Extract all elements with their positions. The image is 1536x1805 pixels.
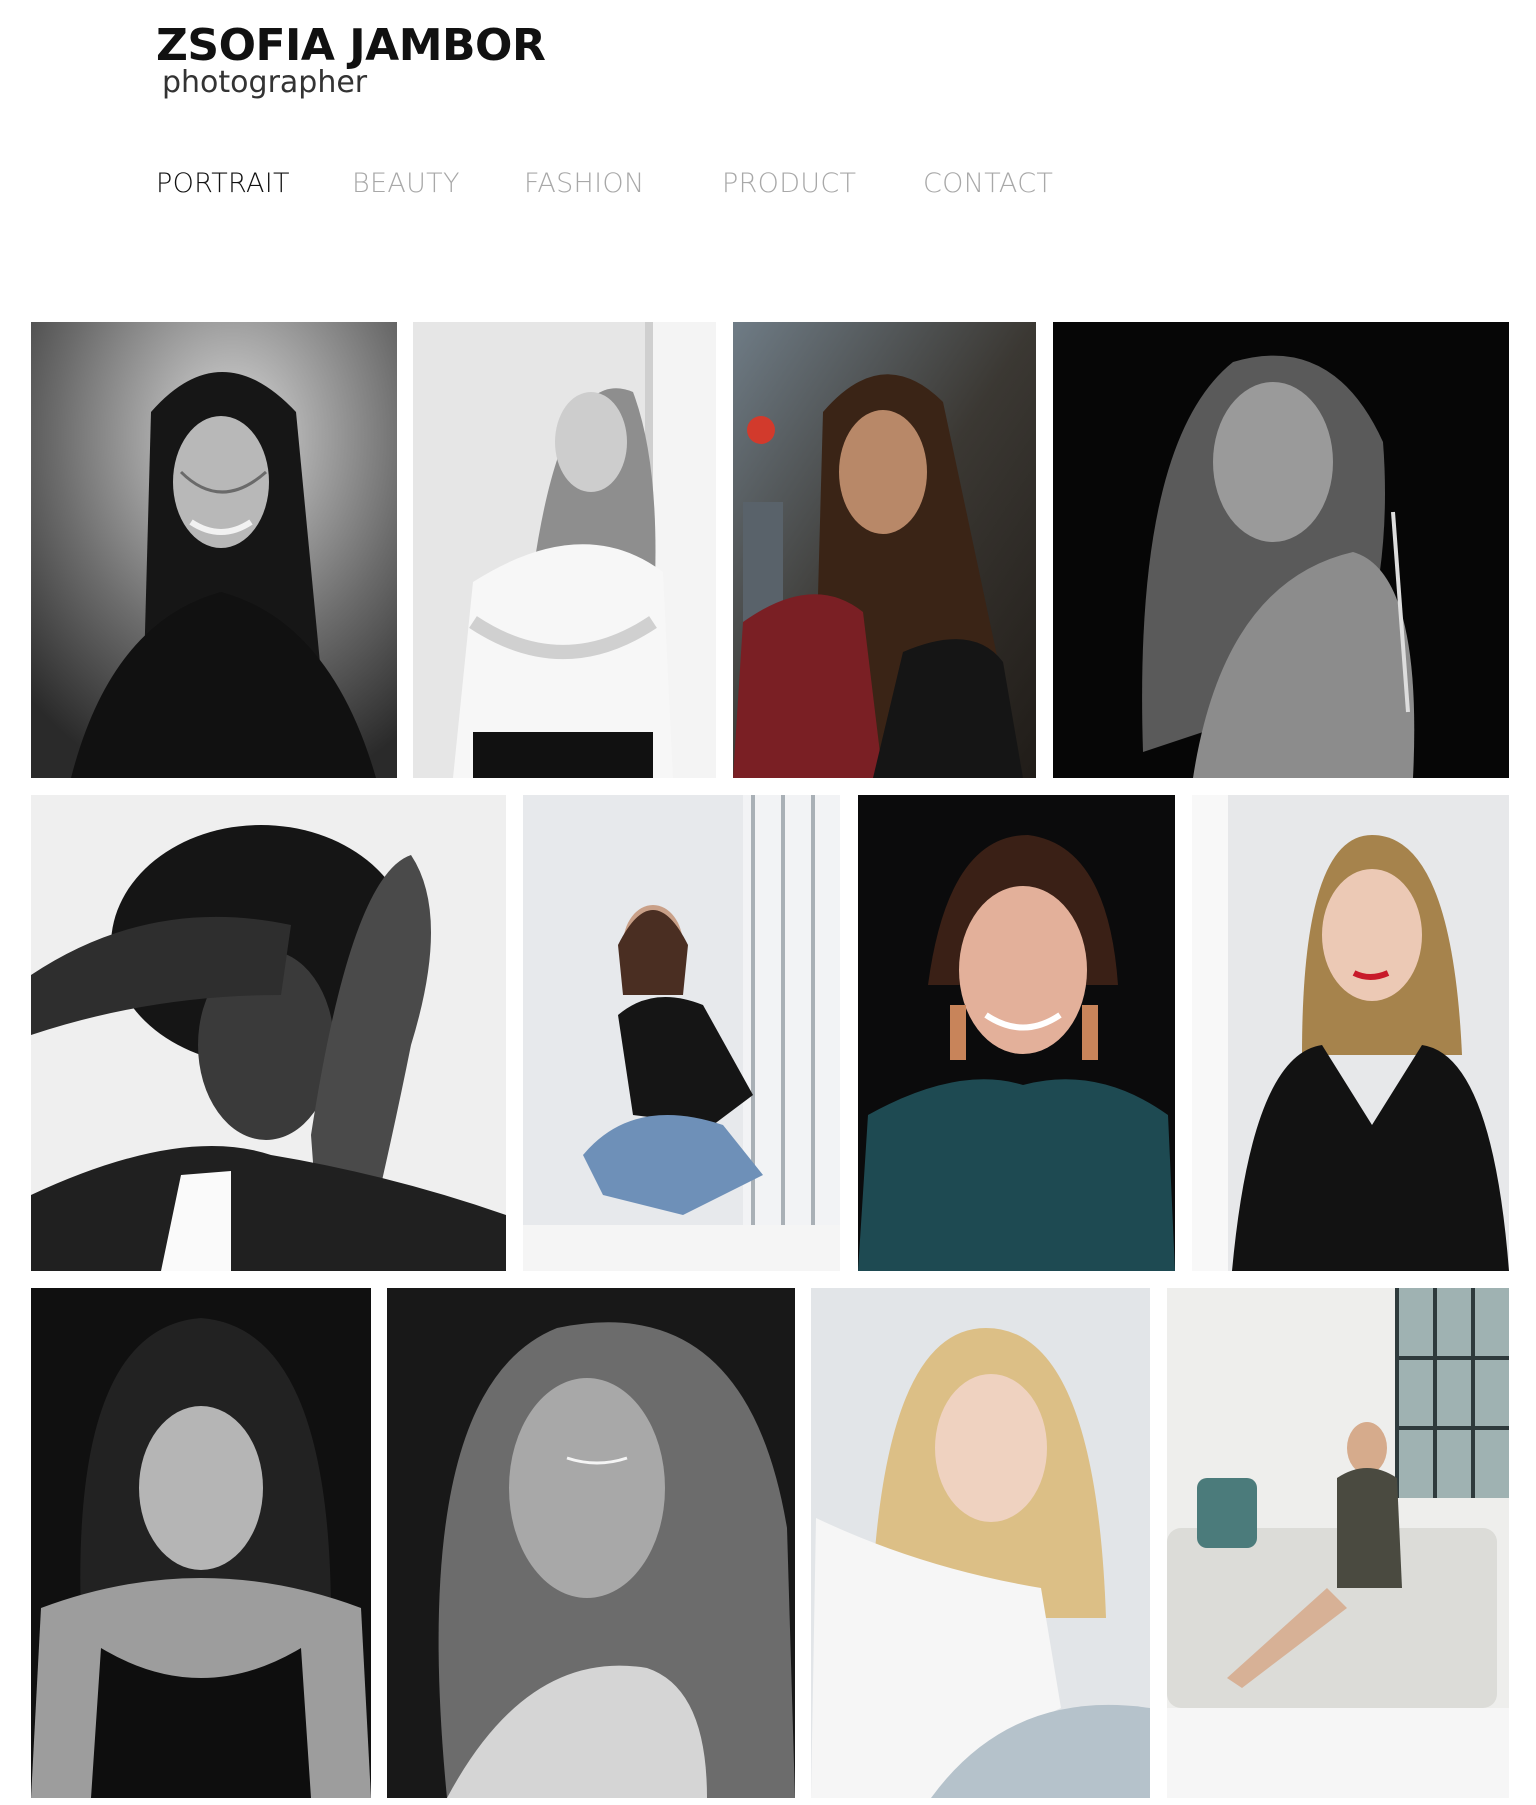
portrait-photo-3[interactable] xyxy=(733,322,1036,778)
nav-item-portrait[interactable]: PORTRAIT xyxy=(156,164,290,204)
portrait-photo-4[interactable] xyxy=(1053,322,1509,778)
portrait-photo-12[interactable] xyxy=(1167,1288,1509,1798)
portrait-photo-1[interactable] xyxy=(31,322,397,778)
portrait-photo-7[interactable] xyxy=(858,795,1175,1271)
page: ZSOFIA JAMBOR photographer PORTRAIT BEAU… xyxy=(0,0,1536,1805)
nav-item-beauty[interactable]: BEAUTY xyxy=(352,164,460,204)
portrait-photo-10[interactable] xyxy=(387,1288,795,1798)
nav-item-contact[interactable]: CONTACT xyxy=(923,164,1053,204)
portrait-photo-6[interactable] xyxy=(523,795,840,1271)
nav-item-fashion[interactable]: FASHION xyxy=(524,164,644,204)
portrait-photo-11[interactable] xyxy=(811,1288,1150,1798)
portrait-photo-9[interactable] xyxy=(31,1288,371,1798)
portrait-photo-5[interactable] xyxy=(31,795,506,1271)
site-logo[interactable]: ZSOFIA JAMBOR photographer xyxy=(156,20,546,100)
nav-item-product[interactable]: PRODUCT xyxy=(722,164,856,204)
portrait-photo-8[interactable] xyxy=(1192,795,1509,1271)
portrait-photo-2[interactable] xyxy=(413,322,716,778)
